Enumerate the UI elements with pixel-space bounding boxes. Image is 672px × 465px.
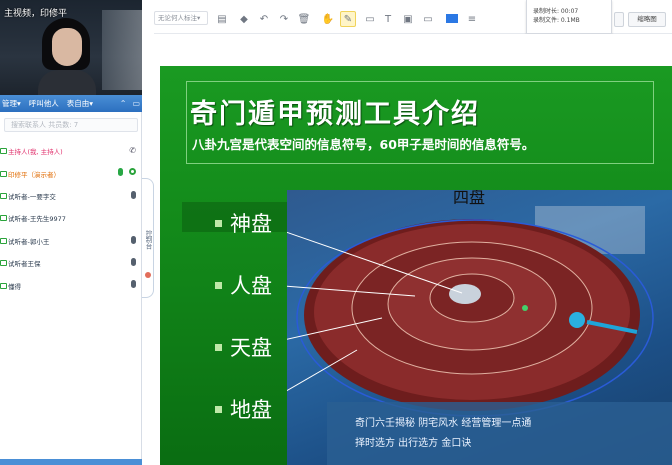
tab-icons: ⌃ ▭ bbox=[120, 99, 140, 108]
undo-icon[interactable]: ↶ bbox=[256, 11, 272, 27]
member-controls bbox=[118, 168, 136, 177]
face-shape bbox=[52, 28, 82, 66]
member-search-input[interactable]: 搜索联系人 共员数: 7 bbox=[4, 118, 138, 132]
member-name: 试听者-郭小王 bbox=[8, 237, 50, 246]
presenter-video-image bbox=[38, 18, 96, 95]
mic-icon[interactable] bbox=[131, 190, 136, 199]
shoulders-shape bbox=[38, 70, 96, 95]
member-controls bbox=[131, 280, 136, 289]
recording-info: 录制时长: 00:07 录制文件: 0.1MB bbox=[526, 0, 612, 34]
panel-footer-bar bbox=[0, 459, 142, 465]
member-list: 主持人(我, 主持人) ✆ 印修平（演示者） 试听者-一要字交 试听者-王先生9… bbox=[0, 140, 142, 297]
member-name: 懂得 bbox=[8, 282, 21, 291]
pen-icon[interactable]: ✎ bbox=[340, 11, 356, 27]
console-dot-icon bbox=[145, 272, 151, 278]
text-icon[interactable]: T bbox=[380, 11, 396, 27]
mic-icon[interactable] bbox=[131, 280, 136, 289]
monitor-icon bbox=[0, 170, 7, 177]
tab-free-speech[interactable]: 表自由▾ bbox=[67, 98, 93, 109]
monitor-icon bbox=[0, 282, 7, 289]
phone-icon[interactable]: ✆ bbox=[129, 146, 136, 155]
member-name: 主持人(我, 主持人) bbox=[8, 148, 63, 157]
bullet-text: 神盘 bbox=[230, 212, 272, 236]
rectangle-icon[interactable]: ▭ bbox=[362, 11, 378, 27]
monitor-icon bbox=[0, 148, 7, 155]
annotation-toolbar: 无论何人标注▾ ▤ ◆ ↶ ↷ 🗑 ✋ ✎ ▭ T ▣ ▭ ≡ 录制时长: 00… bbox=[154, 0, 672, 34]
background-shelf bbox=[102, 10, 142, 90]
mic-icon[interactable] bbox=[131, 257, 136, 266]
console-handle-label: 控制台 bbox=[144, 230, 152, 250]
screen-icon[interactable]: ▭ bbox=[420, 11, 436, 27]
collapse-icon[interactable]: ⌃ bbox=[120, 99, 127, 108]
line-width-icon[interactable]: ≡ bbox=[464, 11, 480, 27]
chat-icon[interactable]: ▭ bbox=[132, 99, 140, 108]
member-row[interactable]: 印修平（演示者） bbox=[0, 162, 142, 184]
hand-icon[interactable]: ✋ bbox=[320, 11, 336, 27]
bullet-text: 地盘 bbox=[230, 398, 272, 422]
bullet-item: 天盘 bbox=[215, 332, 272, 362]
record-filesize: 录制文件: 0.1MB bbox=[533, 17, 580, 24]
save-icon[interactable]: ▤ bbox=[214, 11, 230, 27]
mic-icon[interactable] bbox=[118, 168, 123, 177]
member-row[interactable]: 主持人(我, 主持人) ✆ bbox=[0, 140, 142, 162]
member-controls: ✆ bbox=[129, 146, 136, 155]
video-feed: 主视频，印修平 bbox=[0, 0, 142, 95]
record-duration: 录制时长: 00:07 bbox=[533, 8, 579, 15]
tab-manage[interactable]: 管理▾ bbox=[2, 98, 21, 109]
needle-hub bbox=[569, 312, 585, 328]
mic-icon[interactable] bbox=[131, 235, 136, 244]
member-name: 试听者-一要字交 bbox=[8, 192, 56, 201]
bullet-text: 天盘 bbox=[230, 336, 272, 360]
member-name: 试听者-王先生9977 bbox=[8, 215, 66, 224]
camera-icon[interactable] bbox=[129, 168, 136, 176]
bullet-marker bbox=[215, 219, 222, 227]
bullet-marker bbox=[215, 405, 222, 413]
compass-plate-image: 奇门六壬揭秘 阴宅风水 经营管理一点通 择时选方 出行选方 金口诀 bbox=[287, 206, 672, 465]
bullet-item: 地盘 bbox=[215, 394, 272, 424]
thumbnail-button[interactable]: 缩略图 bbox=[628, 12, 666, 27]
book-text-2: 择时选方 出行选方 金口诀 bbox=[355, 436, 471, 449]
image-icon[interactable]: ▣ bbox=[400, 11, 416, 27]
video-title: 主视频，印修平 bbox=[4, 9, 68, 19]
slide-subtitle: 八卦九宫是代表空间的信息符号，60甲子是时间的信息符号。 bbox=[192, 137, 535, 152]
eraser-icon[interactable]: ◆ bbox=[236, 11, 252, 27]
trash-icon[interactable]: 🗑 bbox=[296, 11, 312, 27]
monitor-icon bbox=[0, 237, 7, 244]
book-text-1: 奇门六壬揭秘 阴宅风水 经营管理一点通 bbox=[355, 416, 531, 429]
book-bottom-shape bbox=[327, 402, 672, 465]
member-controls bbox=[131, 257, 136, 266]
annotator-select[interactable]: 无论何人标注▾ bbox=[154, 11, 208, 25]
panel-tabs: 管理▾ 呼叫他人 表自由▾ ⌃ ▭ bbox=[0, 95, 142, 112]
monitor-icon bbox=[0, 260, 7, 267]
member-row[interactable]: 试听者-一要字交 bbox=[0, 185, 142, 207]
bullet-marker bbox=[215, 343, 222, 351]
color-swatch[interactable] bbox=[446, 14, 458, 23]
member-name: 印修平（演示者） bbox=[8, 170, 60, 179]
bullet-item: 人盘 bbox=[215, 270, 272, 300]
photo-caption: 四盘 bbox=[453, 190, 486, 207]
green-marker bbox=[522, 305, 528, 311]
zoom-control[interactable] bbox=[614, 12, 624, 27]
redo-icon[interactable]: ↷ bbox=[276, 11, 292, 27]
tab-call-others[interactable]: 呼叫他人 bbox=[29, 98, 59, 109]
member-name: 试听者王保 bbox=[8, 260, 41, 269]
bullet-marker bbox=[215, 281, 222, 289]
member-row[interactable]: 试听者王保 bbox=[0, 252, 142, 274]
bullet-item: 神盘 bbox=[215, 208, 272, 238]
member-row[interactable]: 懂得 bbox=[0, 274, 142, 296]
plate-center bbox=[449, 284, 481, 304]
participants-panel: 主视频，印修平 管理▾ 呼叫他人 表自由▾ ⌃ ▭ 搜索联系人 共员数: 7 主… bbox=[0, 0, 142, 465]
monitor-icon bbox=[0, 192, 7, 199]
slide-title: 奇门遁甲预测工具介绍 bbox=[190, 99, 480, 130]
member-row[interactable]: 试听者-王先生9977 bbox=[0, 207, 142, 229]
bullet-text: 人盘 bbox=[230, 274, 272, 298]
meeting-app-window: 主视频，印修平 管理▾ 呼叫他人 表自由▾ ⌃ ▭ 搜索联系人 共员数: 7 主… bbox=[0, 0, 672, 465]
member-controls bbox=[131, 190, 136, 199]
member-row[interactable]: 试听者-郭小王 bbox=[0, 230, 142, 252]
monitor-icon bbox=[0, 215, 7, 222]
compass-photo: 四盘 奇门六壬揭秘 阴宅风水 经营管理一点通 择时选方 出行选方 金口诀 bbox=[287, 190, 672, 465]
member-controls bbox=[131, 235, 136, 244]
presentation-slide: 奇门遁甲预测工具介绍 八卦九宫是代表空间的信息符号，60甲子是时间的信息符号。 … bbox=[160, 66, 672, 465]
